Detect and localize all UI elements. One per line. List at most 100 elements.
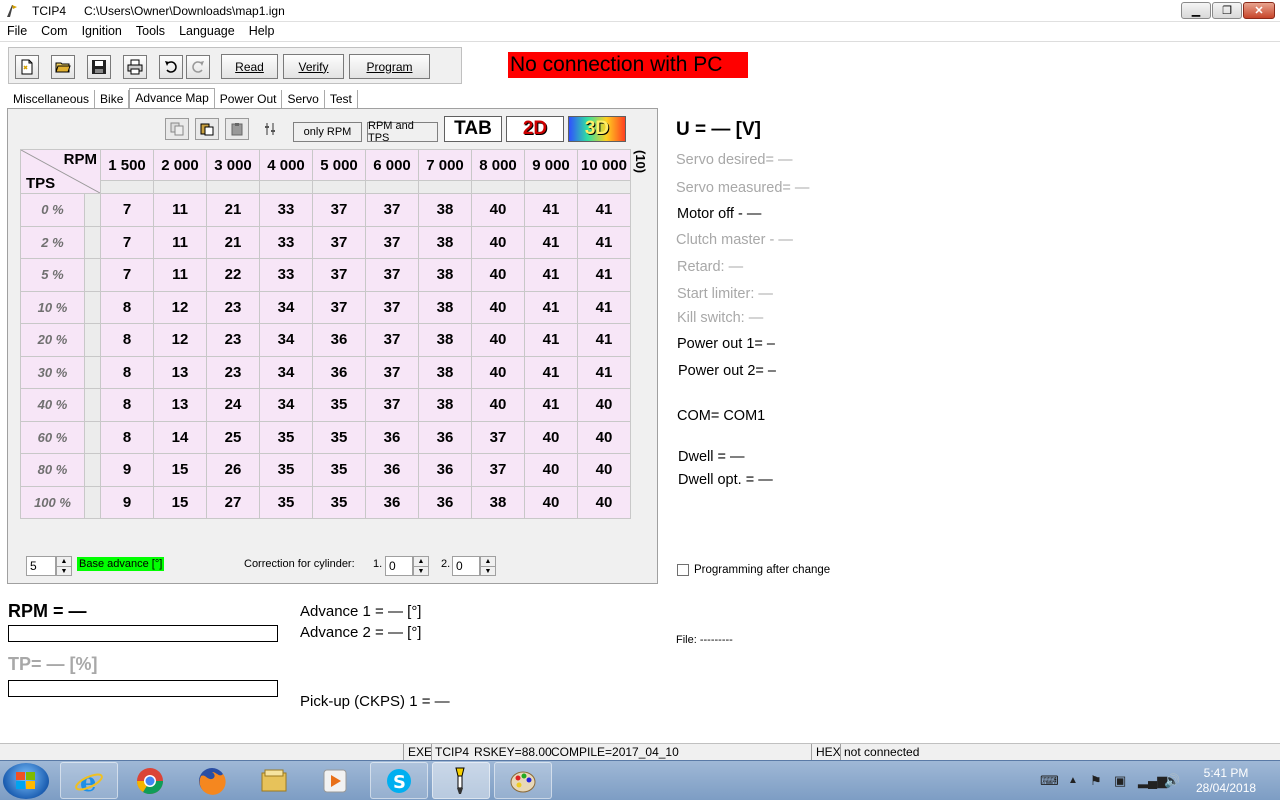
program-button[interactable]: Program [349, 54, 430, 79]
advance-cell[interactable]: 35 [312, 388, 366, 422]
advance-cell[interactable]: 27 [206, 485, 260, 519]
advance-cell[interactable]: 38 [418, 388, 472, 422]
advance-cell[interactable]: 38 [418, 323, 472, 357]
advance-cell[interactable]: 34 [259, 323, 313, 357]
programming-after-change-checkbox[interactable] [677, 564, 689, 576]
rpm-header-cell[interactable]: 2 000 [153, 149, 207, 181]
advance-cell[interactable]: 8 [100, 355, 154, 389]
tab-power-out[interactable]: Power Out [215, 90, 283, 108]
advance-cell[interactable]: 11 [153, 258, 207, 292]
advance-cell[interactable]: 38 [418, 355, 472, 389]
cylinder-2-correction-input[interactable]: 0 [452, 556, 480, 576]
advance-cell[interactable]: 35 [259, 420, 313, 454]
advance-cell[interactable]: 41 [524, 388, 578, 422]
base-advance-spinner[interactable]: ▲ ▼ [56, 556, 72, 576]
advance-cell[interactable]: 36 [365, 420, 419, 454]
advance-cell[interactable]: 40 [577, 420, 631, 454]
tps-row-label[interactable]: 2 % [20, 225, 85, 259]
advance-cell[interactable]: 36 [418, 453, 472, 487]
advance-cell[interactable]: 40 [471, 193, 525, 227]
advance-cell[interactable]: 37 [365, 388, 419, 422]
taskbar-clock[interactable]: 5:41 PM 28/04/2018 [1196, 766, 1256, 796]
advance-cell[interactable]: 41 [577, 290, 631, 324]
advance-cell[interactable]: 41 [577, 323, 631, 357]
print-button[interactable] [123, 55, 147, 79]
advance-cell[interactable]: 7 [100, 258, 154, 292]
tps-row-label[interactable]: 30 % [20, 355, 85, 389]
advance-cell[interactable]: 38 [418, 258, 472, 292]
advance-cell[interactable]: 41 [524, 225, 578, 259]
tps-row-label[interactable]: 60 % [20, 420, 85, 454]
menu-help[interactable]: Help [242, 22, 282, 41]
rpm-header-cell[interactable]: 8 000 [471, 149, 525, 181]
arrow-down-icon[interactable]: ▼ [414, 566, 428, 576]
new-file-button[interactable] [15, 55, 39, 79]
advance-cell[interactable]: 12 [153, 290, 207, 324]
tps-row-label[interactable]: 40 % [20, 388, 85, 422]
copy-button[interactable] [165, 118, 189, 140]
advance-cell[interactable]: 41 [524, 258, 578, 292]
restore-button[interactable]: ❐ [1212, 2, 1242, 19]
base-advance-input[interactable]: 5 [26, 556, 56, 576]
advance-cell[interactable]: 23 [206, 323, 260, 357]
advance-cell[interactable]: 24 [206, 388, 260, 422]
advance-cell[interactable]: 22 [206, 258, 260, 292]
taskbar-tcip4[interactable] [432, 762, 490, 799]
keyboard-icon[interactable]: ⌨ [1040, 773, 1059, 789]
advance-cell[interactable]: 13 [153, 388, 207, 422]
save-button[interactable] [87, 55, 111, 79]
paste-button[interactable] [195, 118, 219, 140]
advance-cell[interactable]: 23 [206, 355, 260, 389]
advance-cell[interactable]: 15 [153, 485, 207, 519]
advance-cell[interactable]: 37 [312, 290, 366, 324]
advance-cell[interactable]: 36 [418, 485, 472, 519]
menu-com[interactable]: Com [34, 22, 74, 41]
advance-cell[interactable]: 40 [471, 225, 525, 259]
arrow-up-icon[interactable]: ▲ [57, 557, 71, 566]
advance-cell[interactable]: 37 [312, 258, 366, 292]
advance-cell[interactable]: 13 [153, 355, 207, 389]
advance-cell[interactable]: 40 [524, 453, 578, 487]
advance-cell[interactable]: 35 [312, 453, 366, 487]
start-button[interactable] [3, 763, 49, 799]
usb-device-icon[interactable]: ▣ [1114, 773, 1126, 789]
undo-button[interactable] [159, 55, 183, 79]
taskbar-media-player[interactable] [306, 762, 364, 799]
advance-cell[interactable]: 40 [471, 388, 525, 422]
cylinder-2-spinner[interactable]: ▲ ▼ [480, 556, 496, 576]
tab-miscellaneous[interactable]: Miscellaneous [8, 90, 96, 108]
taskbar-internet-explorer[interactable]: e [60, 762, 118, 799]
cylinder-1-spinner[interactable]: ▲ ▼ [413, 556, 429, 576]
table-view-button[interactable]: TAB [444, 116, 502, 142]
volume-icon[interactable]: 🔊 [1164, 773, 1180, 789]
advance-cell[interactable]: 40 [577, 485, 631, 519]
rpm-header-cell[interactable]: 10 000 [577, 149, 631, 181]
taskbar-skype[interactable]: S [370, 762, 428, 799]
arrow-down-icon[interactable]: ▼ [57, 566, 71, 576]
tps-row-label[interactable]: 10 % [20, 290, 85, 324]
advance-cell[interactable]: 35 [312, 420, 366, 454]
advance-cell[interactable]: 40 [524, 485, 578, 519]
advance-cell[interactable]: 37 [365, 193, 419, 227]
advance-cell[interactable]: 41 [577, 355, 631, 389]
advance-cell[interactable]: 21 [206, 225, 260, 259]
tab-bike[interactable]: Bike [95, 90, 130, 108]
advance-cell[interactable]: 37 [365, 355, 419, 389]
advance-cell[interactable]: 14 [153, 420, 207, 454]
tps-row-label[interactable]: 0 % [20, 193, 85, 227]
rpm-header-cell[interactable]: 9 000 [524, 149, 578, 181]
advance-cell[interactable]: 9 [100, 453, 154, 487]
advance-cell[interactable]: 7 [100, 225, 154, 259]
advance-cell[interactable]: 41 [524, 193, 578, 227]
advance-cell[interactable]: 40 [471, 258, 525, 292]
advance-cell[interactable]: 8 [100, 388, 154, 422]
advance-cell[interactable]: 33 [259, 193, 313, 227]
advance-cell[interactable]: 8 [100, 323, 154, 357]
arrow-up-icon[interactable]: ▲ [481, 557, 495, 566]
rpm-header-cell[interactable]: 3 000 [206, 149, 260, 181]
tps-row-label[interactable]: 5 % [20, 258, 85, 292]
advance-cell[interactable]: 41 [524, 355, 578, 389]
advance-cell[interactable]: 36 [365, 485, 419, 519]
tab-servo[interactable]: Servo [282, 90, 325, 108]
advance-cell[interactable]: 26 [206, 453, 260, 487]
